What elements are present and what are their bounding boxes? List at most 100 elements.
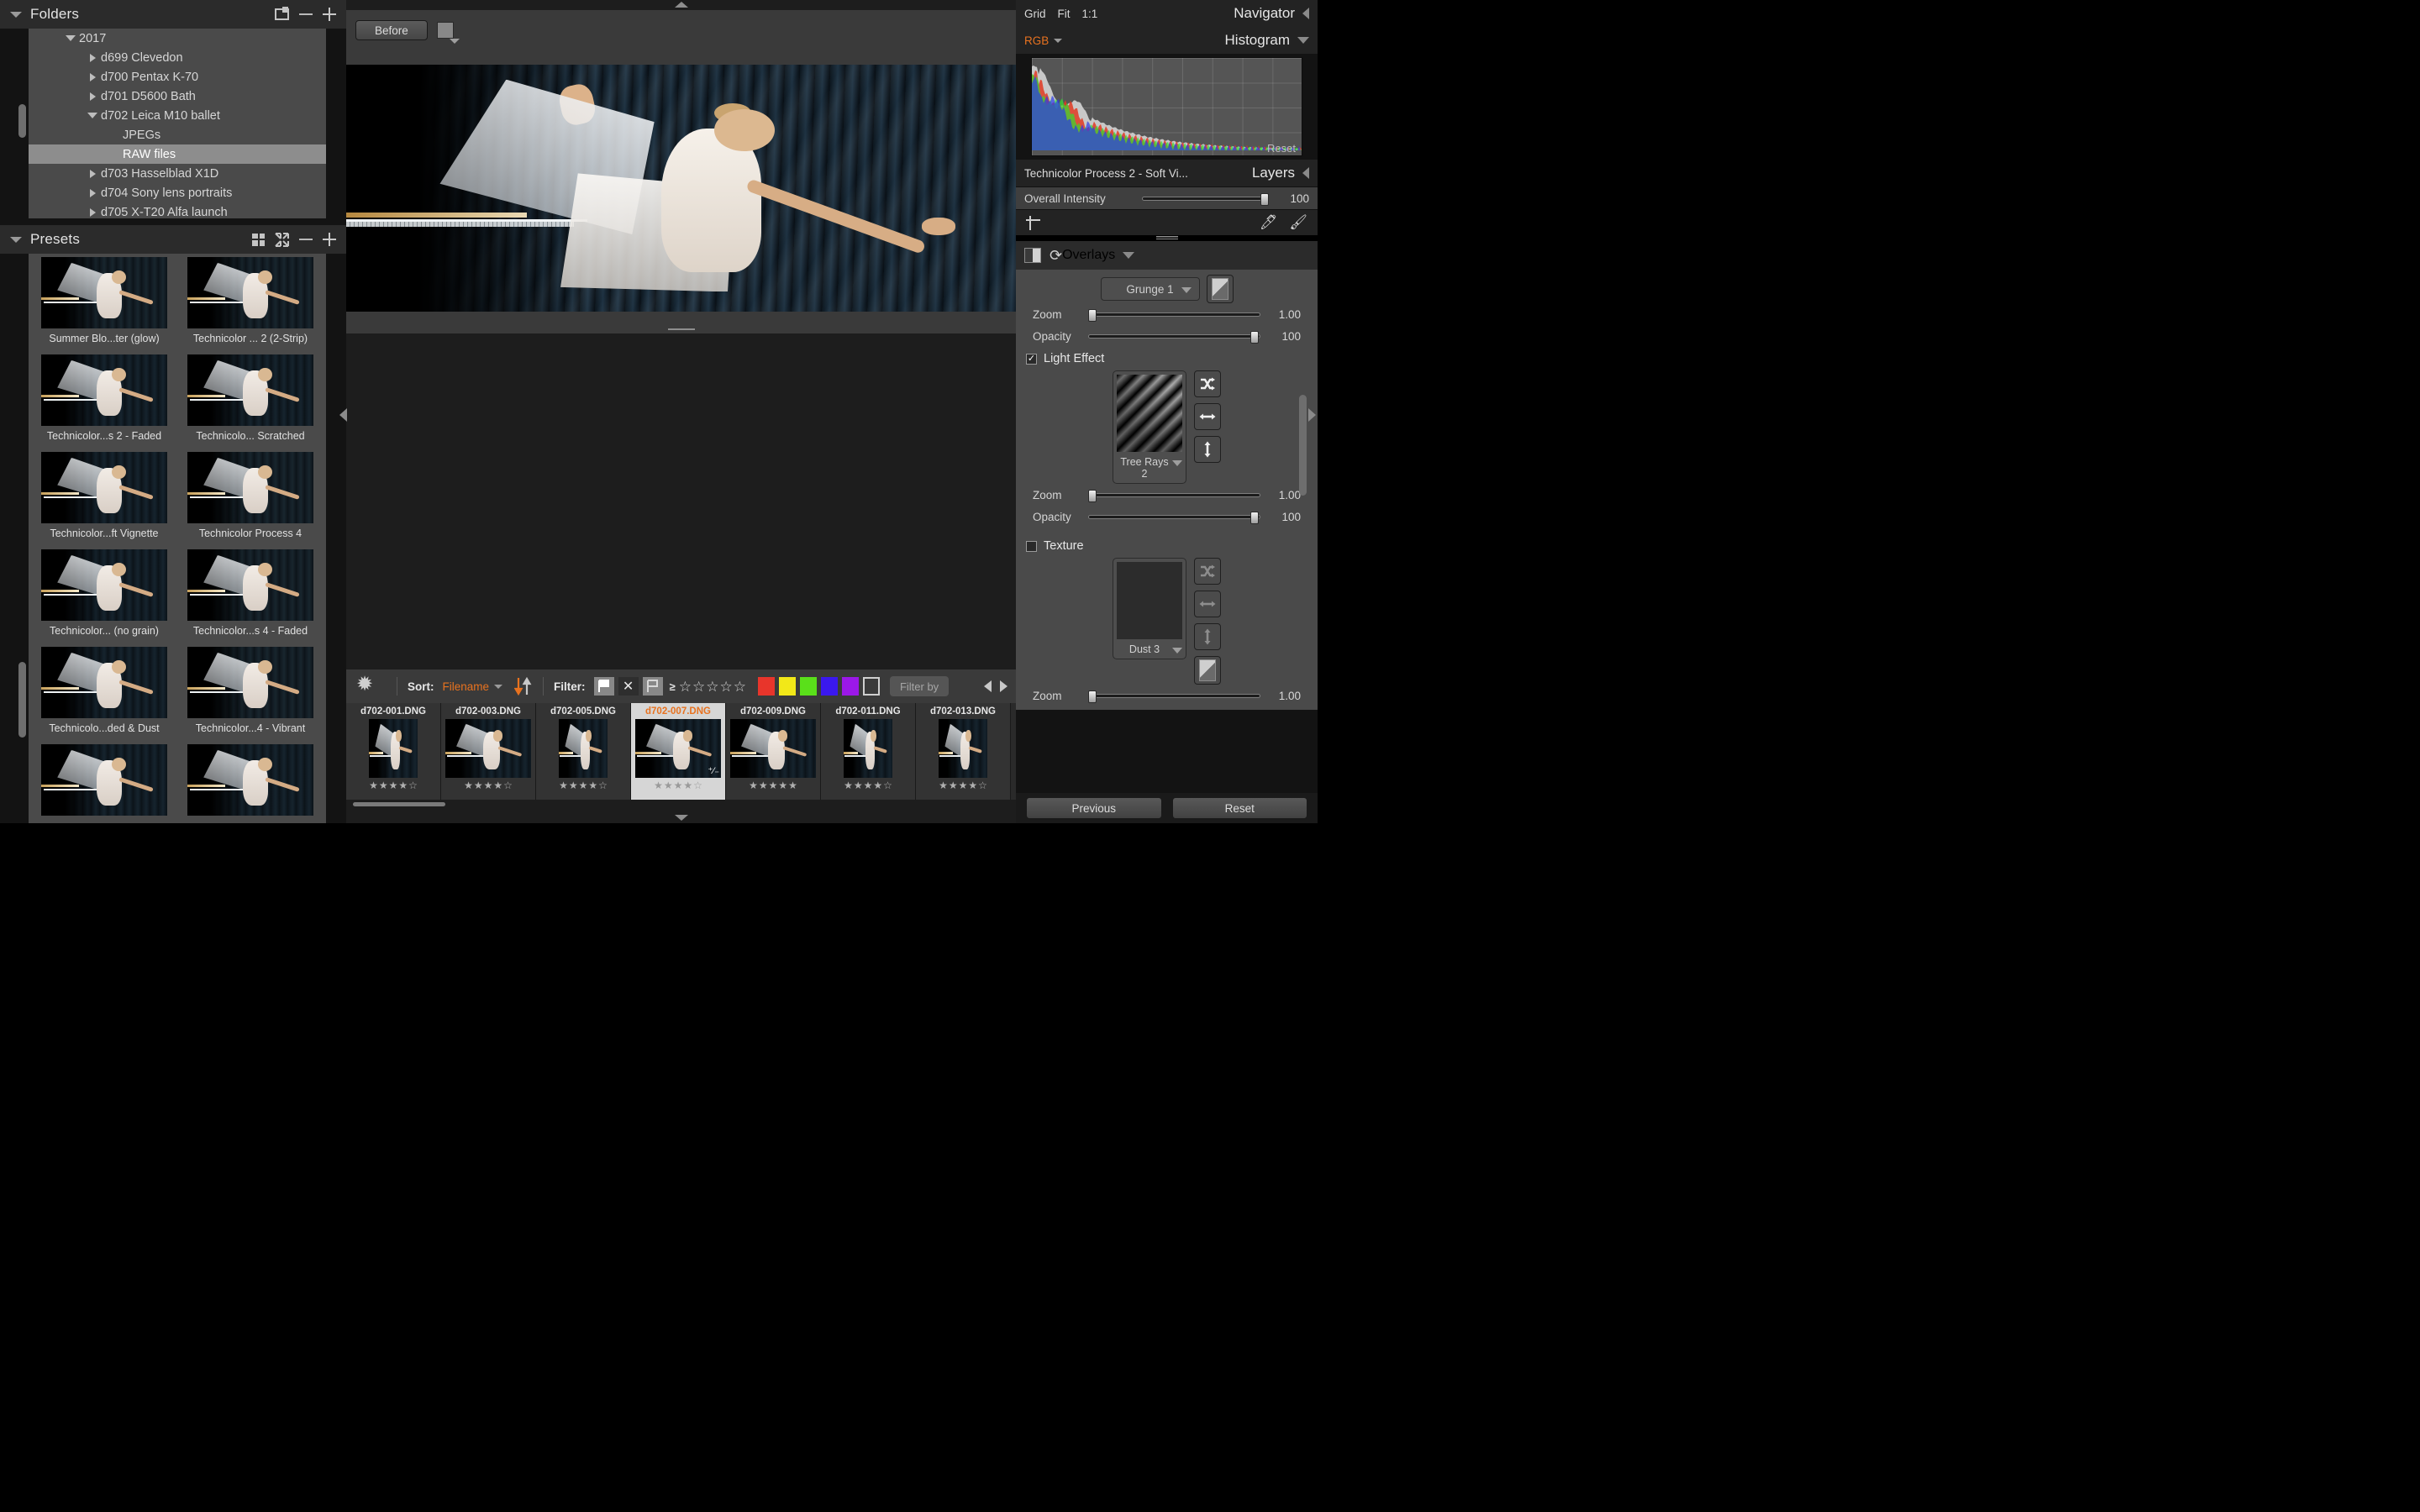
sort-direction-icon[interactable] [514,676,533,696]
preset-item[interactable]: Technicolor... (no grain) [34,549,175,643]
rating-star[interactable]: ★ [484,780,493,790]
next-image-icon[interactable] [1000,680,1007,692]
rating-filter[interactable]: ≥ ☆ ☆ ☆ ☆ ☆ [670,680,746,694]
color-label-swatch[interactable] [757,677,775,696]
preset-thumbnail[interactable] [187,647,313,718]
filmstrip-thumbnail[interactable]: d702-011.DNG ★ ★ ★ ★ ☆ [821,703,916,800]
panel-divider[interactable] [1016,235,1318,241]
folder-tree-item[interactable]: d704 Sony lens portraits [29,183,326,202]
preset-item[interactable]: Technicolo... Scratched [180,354,321,449]
chevron-down-icon[interactable] [84,113,101,118]
light-effect-zoom-slider[interactable] [1088,489,1260,502]
texture-shuffle-icon[interactable] [1194,558,1221,585]
brush-icon[interactable]: 🖌 [1289,214,1307,231]
light-effect-card[interactable]: Tree Rays 2 [1113,370,1186,484]
reset-button[interactable]: Reset [1171,797,1307,819]
filmstrip-rating[interactable]: ★ ★ ★ ★ ☆ [559,780,608,790]
filmstrip-rating[interactable]: ★ ★ ★ ★ ☆ [369,780,418,790]
filmstrip-image[interactable] [369,719,418,778]
rating-star[interactable]: ☆ [719,680,732,694]
preset-item[interactable]: Summer Blo...ter (glow) [34,257,175,351]
filmstrip-scrollbar-track[interactable] [346,800,1016,808]
eraser-icon[interactable]: 🖊 [1260,214,1278,231]
grunge-zoom-slider[interactable] [1088,308,1260,322]
preset-item[interactable] [34,744,175,816]
filmstrip-thumbnail[interactable]: d702-003.DNG ★ ★ ★ ★ ☆ [441,703,536,800]
refresh-icon[interactable]: ⟳ [1050,247,1062,265]
chevron-right-icon[interactable] [84,53,101,62]
chevron-right-icon[interactable] [84,72,101,81]
texture-invert-icon[interactable] [1194,656,1221,685]
overall-intensity-slider[interactable] [1142,192,1269,206]
texture-flip-horizontal-icon[interactable] [1194,591,1221,617]
rating-star[interactable]: ★ [664,780,673,790]
overlays-scrollbar-thumb[interactable] [1299,395,1307,496]
rating-star[interactable]: ★ [683,780,692,790]
color-label-swatch[interactable] [778,677,796,696]
sort-value-dropdown[interactable]: Filename [443,680,503,693]
folder-tree-item[interactable]: d703 Hasselblad X1D [29,164,326,183]
folder-tree-item[interactable]: JPEGs [29,125,326,144]
filmstrip-image[interactable] [844,719,892,778]
folder-tree-item[interactable]: RAW files [29,144,326,164]
chevron-down-icon[interactable] [10,11,22,18]
filmstrip-image[interactable] [445,719,531,778]
add-folder-button[interactable] [323,8,336,21]
active-layer-name[interactable]: Technicolor Process 2 - Soft Vi... [1024,167,1188,180]
folder-tree-item[interactable]: d700 Pentax K-70 [29,67,326,87]
preset-thumbnail[interactable] [41,452,167,523]
light-effect-checkbox[interactable] [1026,353,1037,365]
rating-star[interactable]: ☆ [679,680,692,694]
rating-star[interactable]: ★ [939,780,948,790]
rating-star[interactable]: ★ [474,780,483,790]
collapse-left-icon[interactable] [1302,8,1309,19]
rating-star[interactable]: ☆ [883,780,892,790]
preset-thumbnail[interactable] [187,549,313,621]
before-view-swatch[interactable] [436,22,460,44]
color-label-swatch[interactable] [841,677,859,696]
previous-image-icon[interactable] [984,680,992,692]
rating-star[interactable]: ★ [654,780,663,790]
expand-right-panel-icon[interactable] [1308,408,1316,422]
chevron-down-icon[interactable] [1123,252,1135,259]
rating-star[interactable]: ☆ [693,780,702,790]
rating-star[interactable]: ★ [778,780,787,790]
preset-item[interactable]: Technicolor ... 2 (2-Strip) [180,257,321,351]
texture-card[interactable]: Dust 3 [1113,558,1186,659]
light-effect-opacity-slider[interactable] [1088,511,1260,524]
rating-star[interactable]: ★ [559,780,568,790]
histogram-graph[interactable]: Reset [1031,57,1302,156]
settings-gear-icon[interactable] [356,672,375,696]
viewer-resize-grip[interactable] [667,328,695,332]
flag-unflagged-icon[interactable] [642,677,663,696]
color-label-swatch[interactable] [820,677,838,696]
preset-thumbnail[interactable] [41,744,167,816]
rating-star[interactable]: ☆ [503,780,513,790]
folder-tree-item[interactable]: d701 D5600 Bath [29,87,326,106]
filmstrip-thumbnail[interactable]: d702-009.DNG ★ ★ ★ ★ ★ [726,703,821,800]
filmstrip-thumbnail[interactable]: d702-007.DNG ⁺⁄₋ ★ ★ ★ ★ ☆ [631,703,726,800]
remove-folder-button[interactable] [299,13,313,15]
rating-star[interactable]: ★ [854,780,863,790]
collapse-left-icon[interactable] [1302,167,1309,179]
chevron-down-icon[interactable] [62,35,79,41]
rating-star[interactable]: ☆ [734,680,746,694]
remove-preset-button[interactable] [299,239,313,240]
flag-rejected-icon[interactable]: ✕ [618,677,639,696]
folder-tree-item[interactable]: 2017 [29,29,326,48]
folder-tree-item[interactable]: d702 Leica M10 ballet [29,106,326,125]
rating-star[interactable]: ☆ [598,780,608,790]
rating-star[interactable]: ★ [968,780,977,790]
light-effect-preview[interactable] [1117,375,1182,452]
preset-thumbnail[interactable] [187,452,313,523]
filmstrip-rating[interactable]: ★ ★ ★ ★ ☆ [654,780,702,790]
rating-star[interactable]: ★ [949,780,958,790]
rating-star[interactable]: ★ [788,780,797,790]
filmstrip-rating[interactable]: ★ ★ ★ ★ ☆ [844,780,892,790]
preset-item[interactable] [180,744,321,816]
chevron-down-icon[interactable] [10,236,22,243]
crop-icon[interactable] [1026,215,1040,230]
color-label-swatch[interactable] [799,677,817,696]
rating-star[interactable]: ★ [959,780,968,790]
chevron-right-icon[interactable] [84,188,101,197]
